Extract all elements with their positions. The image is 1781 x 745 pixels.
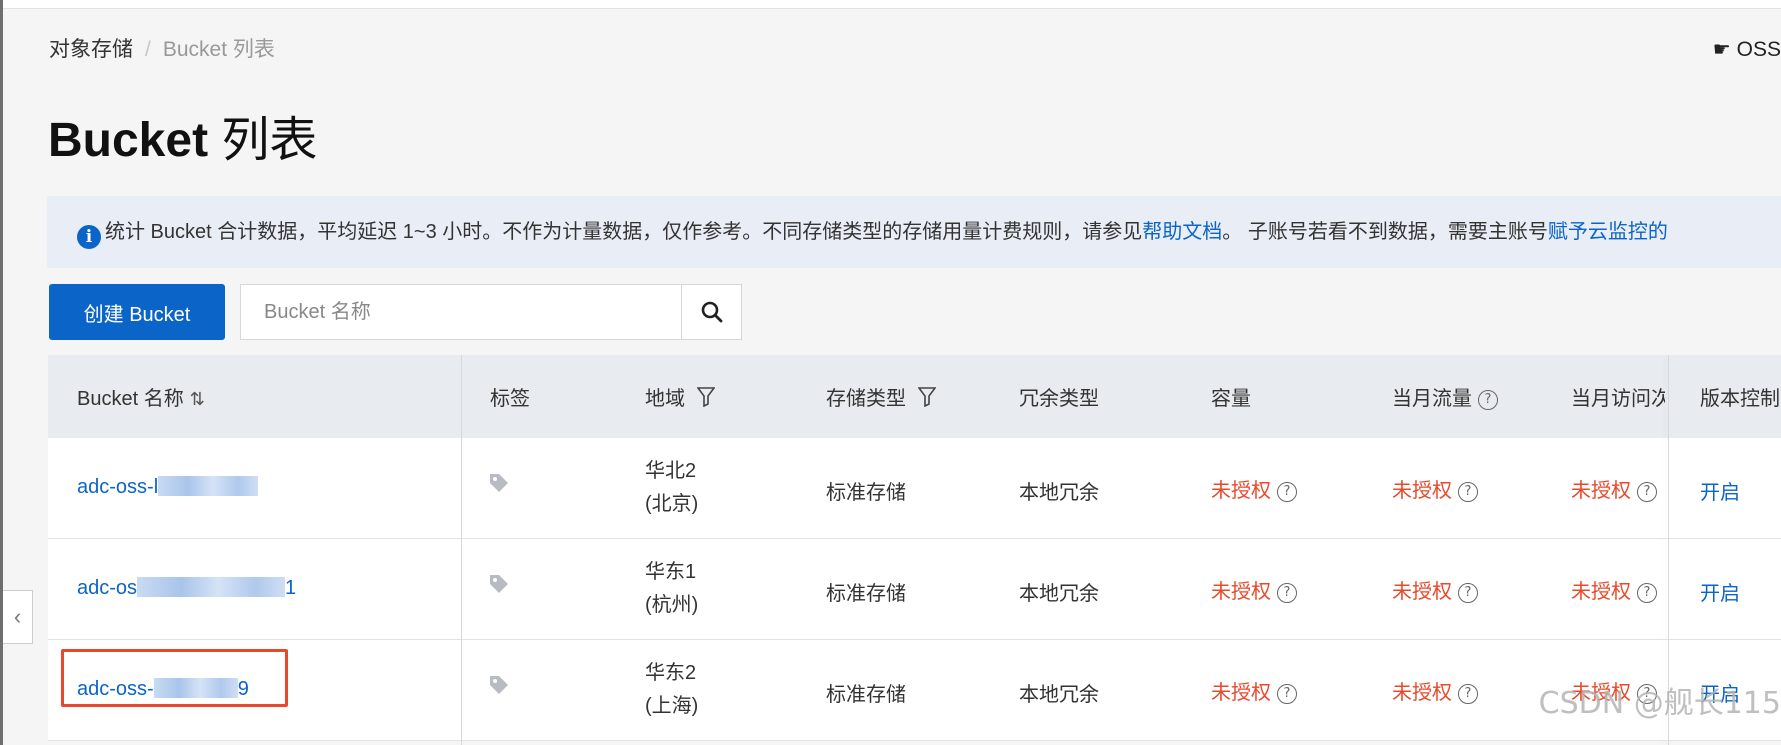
cloudmonitor-auth-link[interactable]: 赋予云监控的 xyxy=(1548,221,1668,243)
watermark: CSDN @舰长115 xyxy=(1538,686,1781,721)
oss-link[interactable]: ☛ OSS xyxy=(1713,37,1781,62)
capacity-cell: 未授权? xyxy=(1211,575,1297,604)
storage-type: 标准存储 xyxy=(826,583,906,605)
col-name-label: Bucket 名称 xyxy=(77,388,184,410)
breadcrumb: 对象存储 / Bucket 列表 xyxy=(49,33,275,63)
col-redundancy-header: 冗余类型 xyxy=(1019,388,1099,410)
column-divider xyxy=(461,355,462,745)
col-access-header: 当月访问次 xyxy=(1571,388,1665,410)
unauthorized-text: 未授权 xyxy=(1392,480,1452,502)
col-region-header: 地域 xyxy=(645,382,716,411)
traffic-cell: 未授权? xyxy=(1392,474,1478,503)
bucket-name-prefix: adc-oss-l xyxy=(77,476,159,498)
region-cell: 华北2 (北京) xyxy=(645,455,698,521)
page-title: Bucket 列表 xyxy=(48,100,317,170)
help-icon[interactable]: ? xyxy=(1277,583,1297,603)
help-icon[interactable]: ? xyxy=(1458,583,1478,603)
bucket-search-input[interactable] xyxy=(241,285,683,339)
region-name: 华东2 xyxy=(645,662,697,684)
region-cell: 华东1 (杭州) xyxy=(645,556,698,622)
versioning-enable-link[interactable]: 开启 xyxy=(1700,476,1740,505)
tag-icon[interactable] xyxy=(488,573,510,595)
region-city: (杭州) xyxy=(645,594,699,616)
redacted-text xyxy=(137,577,286,597)
info-icon: i xyxy=(77,225,101,249)
help-doc-link[interactable]: 帮助文档 xyxy=(1142,221,1222,243)
oss-label: OSS xyxy=(1736,38,1781,61)
sort-icon[interactable]: ⇅ xyxy=(190,389,205,409)
page-title-suffix: 列表 xyxy=(221,114,318,167)
capacity-cell: 未授权? xyxy=(1211,474,1297,503)
table-row: adc-oss- 9 华东2 (上海) 标准存储 本地冗余 未授权? 未授权? 未授… xyxy=(48,640,1781,741)
unauthorized-text: 未授权 xyxy=(1211,480,1271,502)
redacted-text xyxy=(158,476,259,496)
region-cell: 华东2 (上海) xyxy=(645,657,698,723)
breadcrumb-separator: / xyxy=(145,38,151,61)
top-border xyxy=(0,0,1781,9)
chevron-left-icon: ‹ xyxy=(13,604,22,629)
notice-text-2: 。 子账号若看不到数据，需要主账号 xyxy=(1222,221,1548,243)
help-icon[interactable]: ? xyxy=(1637,482,1657,502)
redundancy-type: 本地冗余 xyxy=(1019,684,1099,706)
cursor-pointer-icon: ☛ xyxy=(1712,39,1731,61)
col-name-header[interactable]: Bucket 名称 ⇅ xyxy=(77,382,205,411)
redundancy-type: 本地冗余 xyxy=(1019,583,1099,605)
bucket-name-suffix: 1 xyxy=(285,577,297,599)
versioning-enable-link[interactable]: 开启 xyxy=(1700,577,1740,606)
create-bucket-button[interactable]: 创建 Bucket xyxy=(49,284,225,340)
unauthorized-text: 未授权 xyxy=(1392,581,1452,603)
col-versioning-header: 版本控制 xyxy=(1700,388,1780,410)
table-row: adc-os 1 华东1 (杭州) 标准存储 本地冗余 未授权? 未授权? 未授权?… xyxy=(48,539,1781,640)
notice-banner: i 统计 Bucket 合计数据，平均延迟 1~3 小时。不作为计量数据，仅作参考… xyxy=(47,196,1781,268)
tag-icon[interactable] xyxy=(488,674,510,696)
breadcrumb-root[interactable]: 对象存储 xyxy=(49,38,133,61)
unauthorized-text: 未授权 xyxy=(1211,581,1271,603)
col-traffic-label: 当月流量 xyxy=(1392,388,1472,410)
unauthorized-text: 未授权 xyxy=(1571,581,1631,603)
filter-icon[interactable] xyxy=(916,387,937,408)
tag-icon[interactable] xyxy=(488,472,510,494)
unauthorized-text: 未授权 xyxy=(1211,682,1271,704)
unauthorized-text: 未授权 xyxy=(1571,480,1631,502)
help-icon[interactable]: ? xyxy=(1478,390,1498,410)
sidebar-toggle[interactable]: ‹ xyxy=(3,590,33,644)
help-icon[interactable]: ? xyxy=(1458,684,1478,704)
help-icon[interactable]: ? xyxy=(1458,482,1478,502)
col-region-label: 地域 xyxy=(645,388,685,410)
help-icon[interactable]: ? xyxy=(1277,684,1297,704)
bucket-name-link[interactable]: adc-oss-l xyxy=(77,476,259,499)
access-cell: 未授权? xyxy=(1571,474,1657,503)
breadcrumb-current: Bucket 列表 xyxy=(162,38,275,61)
traffic-cell: 未授权? xyxy=(1392,676,1478,705)
storage-type: 标准存储 xyxy=(826,482,906,504)
help-icon[interactable]: ? xyxy=(1277,482,1297,502)
bucket-name-link[interactable]: adc-os 1 xyxy=(77,577,296,600)
search-icon xyxy=(701,301,722,323)
region-city: (上海) xyxy=(645,695,699,717)
col-storage-header: 存储类型 xyxy=(826,382,937,411)
notice-text-1: 统计 Bucket 合计数据，平均延迟 1~3 小时。不作为计量数据，仅作参考。… xyxy=(105,221,1143,243)
bucket-search xyxy=(240,284,742,340)
redundancy-type: 本地冗余 xyxy=(1019,482,1099,504)
col-tag-header: 标签 xyxy=(490,388,530,410)
help-icon[interactable]: ? xyxy=(1637,583,1657,603)
access-cell: 未授权? xyxy=(1571,575,1657,604)
highlight-box xyxy=(61,649,288,707)
region-name: 华东1 xyxy=(645,561,697,583)
table-row: adc-oss-l 华北2 (北京) 标准存储 本地冗余 未授权? 未授权? 未授… xyxy=(48,438,1781,539)
storage-type: 标准存储 xyxy=(826,684,906,706)
unauthorized-text: 未授权 xyxy=(1392,682,1452,704)
col-traffic-header: 当月流量? xyxy=(1392,382,1498,411)
table-header: Bucket 名称 ⇅ 标签 地域 存储类型 冗余类型 容量 当月流量? 当月访问… xyxy=(48,355,1781,438)
search-button[interactable] xyxy=(681,285,741,339)
region-city: (北京) xyxy=(645,493,699,515)
traffic-cell: 未授权? xyxy=(1392,575,1478,604)
bucket-name-prefix: adc-os xyxy=(77,577,138,599)
col-storage-label: 存储类型 xyxy=(826,388,906,410)
filter-icon[interactable] xyxy=(695,387,716,408)
capacity-cell: 未授权? xyxy=(1211,676,1297,705)
col-capacity-header: 容量 xyxy=(1211,388,1251,410)
region-name: 华北2 xyxy=(645,460,697,482)
page-title-main: Bucket xyxy=(48,114,209,167)
